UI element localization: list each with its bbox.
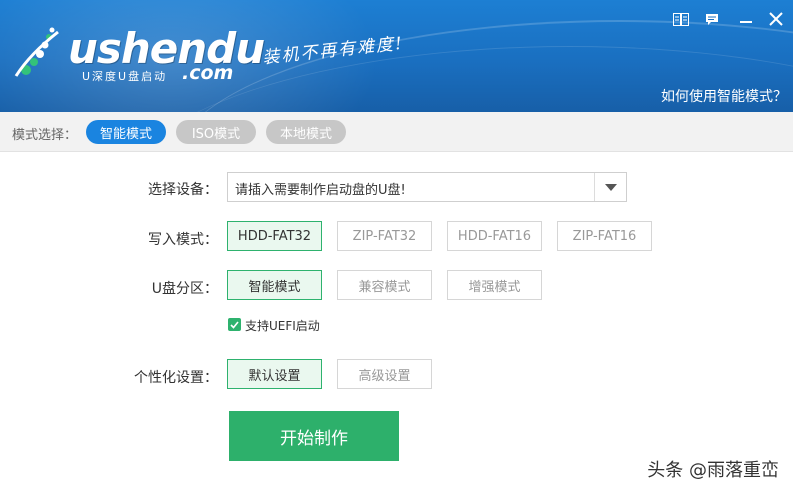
close-icon[interactable] (766, 10, 786, 28)
mode-label: 模式选择： (12, 128, 78, 143)
partition-label: U盘分区： (151, 281, 218, 297)
logo-text: ushendu (68, 24, 265, 73)
logo: ushendu U深度U盘启动 .com (10, 24, 265, 90)
help-link[interactable]: 如何使用智能模式？ (661, 86, 787, 106)
device-select-value: 请插入需要制作启动盘的U盘! (235, 183, 406, 198)
write-mode-zip-fat32[interactable]: ZIP-FAT32 (337, 221, 432, 251)
header-banner: ushendu U深度U盘启动 .com 装机不再有难度! 如何使用智能模式？ (0, 0, 793, 112)
personalize-default[interactable]: 默认设置 (227, 359, 322, 389)
personalize-label: 个性化设置： (134, 370, 218, 386)
write-mode-hdd-fat32[interactable]: HDD-FAT32 (227, 221, 322, 251)
minimize-icon[interactable] (736, 10, 756, 28)
logo-mark-icon (14, 27, 59, 77)
device-select[interactable]: 请插入需要制作启动盘的U盘! (227, 172, 627, 202)
mode-iso-button[interactable]: ISO模式 (176, 120, 256, 144)
mode-local-button[interactable]: 本地模式 (266, 120, 346, 144)
chevron-down-icon[interactable] (594, 173, 626, 201)
logo-domain: .com (182, 62, 234, 84)
start-button[interactable]: 开始制作 (229, 411, 399, 461)
feedback-icon[interactable] (702, 10, 722, 28)
device-label: 选择设备： (148, 182, 218, 198)
personalize-advanced[interactable]: 高级设置 (337, 359, 432, 389)
check-icon (230, 320, 239, 329)
partition-compatible[interactable]: 兼容模式 (337, 270, 432, 300)
manual-book-icon[interactable] (671, 10, 691, 28)
uefi-label[interactable]: 支持UEFI启动 (245, 317, 320, 334)
write-mode-hdd-fat16[interactable]: HDD-FAT16 (447, 221, 542, 251)
watermark: 头条 @雨落重峦 (647, 460, 779, 481)
logo-subtitle: U深度U盘启动 (82, 70, 168, 83)
mode-smart-button[interactable]: 智能模式 (86, 120, 166, 144)
mode-bar: 模式选择： 智能模式 ISO模式 本地模式 (0, 112, 793, 152)
partition-enhanced[interactable]: 增强模式 (447, 270, 542, 300)
partition-smart[interactable]: 智能模式 (227, 270, 322, 300)
app-window: ushendu U深度U盘启动 .com 装机不再有难度! 如何使用智能模式？ … (0, 0, 793, 494)
write-mode-zip-fat16[interactable]: ZIP-FAT16 (557, 221, 652, 251)
write-mode-label: 写入模式： (148, 232, 218, 248)
uefi-checkbox[interactable] (228, 318, 241, 331)
